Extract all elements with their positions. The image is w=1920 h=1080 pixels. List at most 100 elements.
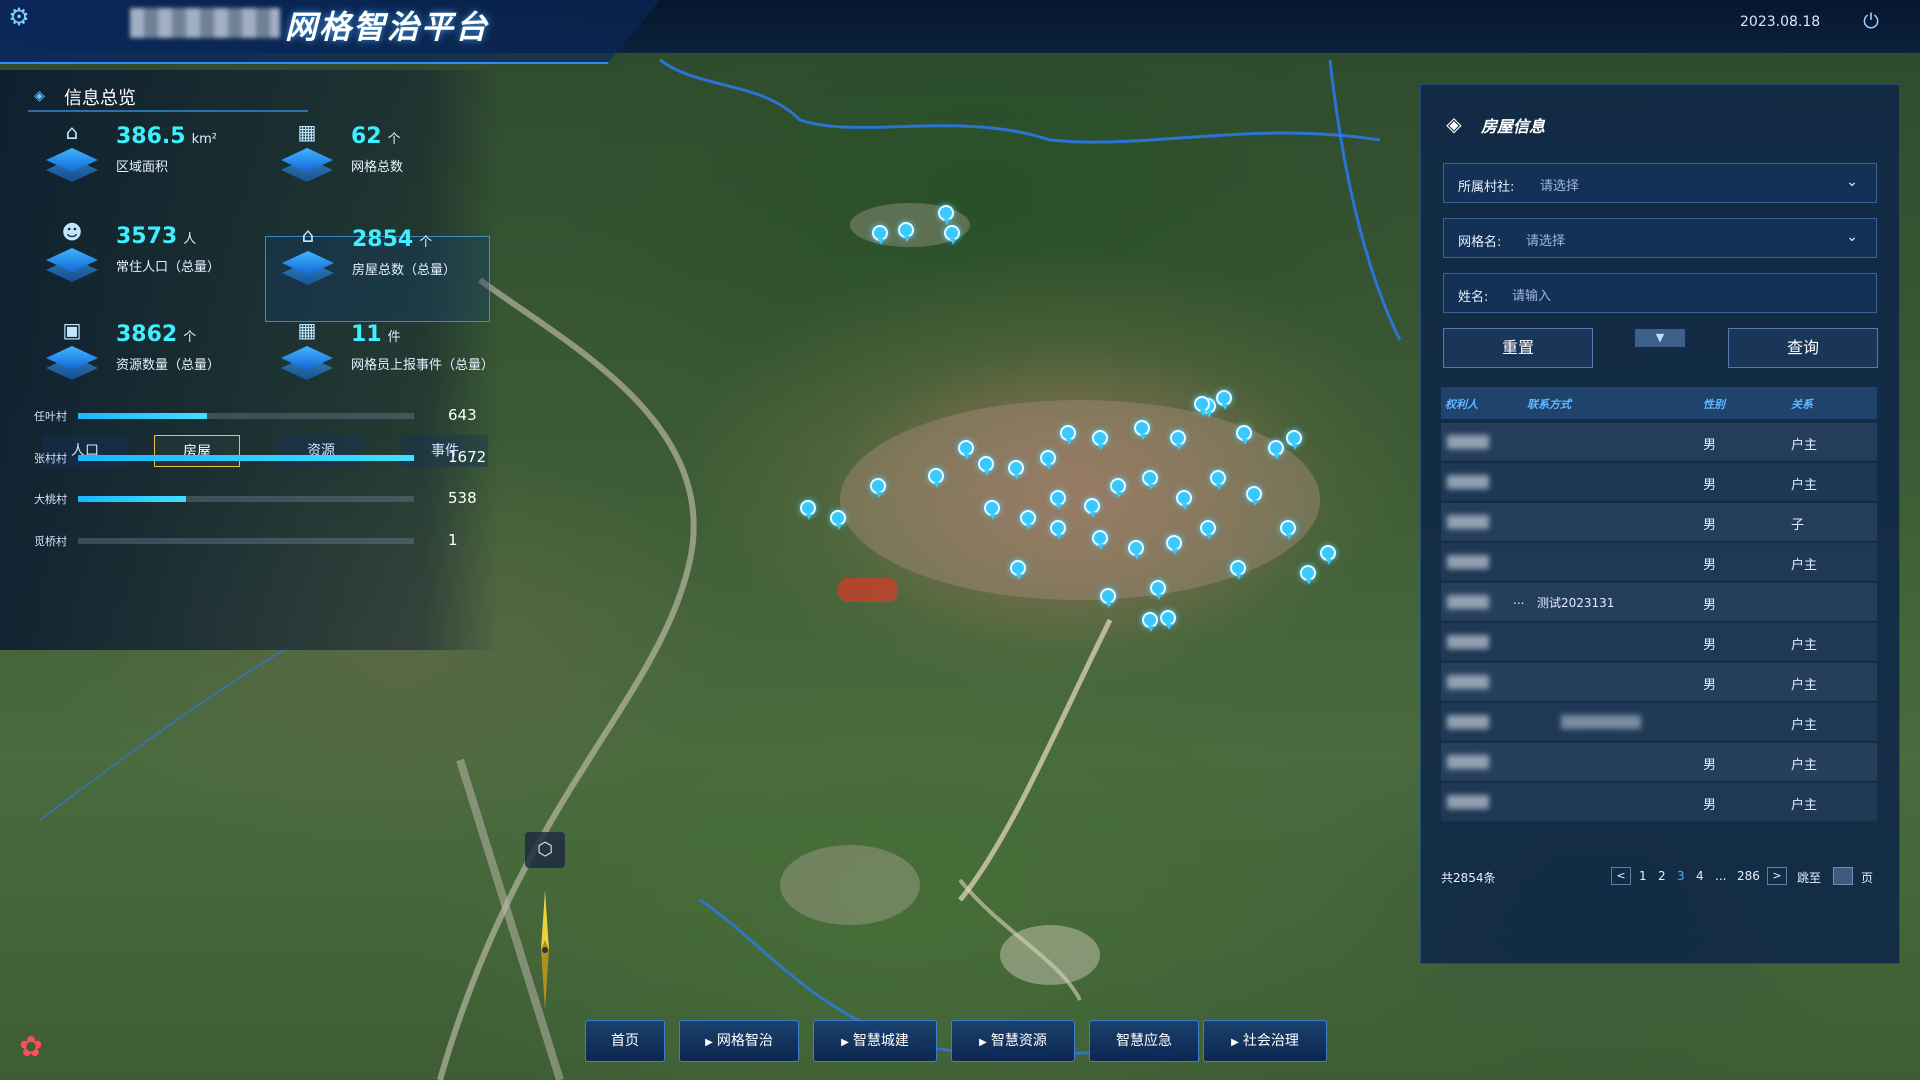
nav-home[interactable]: 首页 <box>585 1020 665 1062</box>
map-marker[interactable] <box>1110 478 1126 498</box>
next-page-button[interactable]: > <box>1767 867 1787 885</box>
map-marker[interactable] <box>830 510 846 530</box>
map-marker[interactable] <box>958 440 974 460</box>
map-marker[interactable] <box>984 500 1000 520</box>
stat-grid-count[interactable]: ▦ 62 个 网格总数 <box>265 120 485 202</box>
jump-label: 跳至 <box>1797 871 1822 885</box>
map-marker[interactable] <box>1008 460 1024 480</box>
page-3[interactable]: 3 <box>1677 869 1685 883</box>
map-marker[interactable] <box>1236 425 1252 445</box>
village-select[interactable]: 所属村社: 请选择 ⌄ <box>1443 163 1877 203</box>
bar-track <box>78 455 414 461</box>
nav-smart-resources[interactable]: ▶ 智慧资源 <box>951 1020 1075 1062</box>
table-row[interactable]: 户主 <box>1441 703 1877 741</box>
column-header: 联系方式 <box>1527 398 1571 411</box>
map-marker[interactable] <box>938 205 954 225</box>
table-row[interactable]: 男 户主 <box>1441 423 1877 461</box>
nav-social-governance[interactable]: ▶ 社会治理 <box>1203 1020 1327 1062</box>
map-marker[interactable] <box>1142 612 1158 632</box>
stat-houses[interactable]: ⌂ 2854 个 房屋总数（总量） <box>265 223 490 322</box>
owner-name-redacted <box>1447 515 1489 529</box>
table-row[interactable]: 男子 <box>1441 503 1877 541</box>
map-marker[interactable] <box>1142 470 1158 490</box>
page-4[interactable]: 4 <box>1696 869 1704 883</box>
map-marker[interactable] <box>1176 490 1192 510</box>
stat-population[interactable]: ☻ 3573 人 常住人口（总量） <box>30 220 250 302</box>
map-marker[interactable] <box>898 222 914 242</box>
map-marker[interactable] <box>1230 560 1246 580</box>
bar-row[interactable]: 大桃村 538 <box>34 488 477 510</box>
query-button[interactable]: 查询 <box>1728 328 1878 368</box>
map-marker[interactable] <box>800 500 816 520</box>
page-286[interactable]: 286 <box>1737 869 1760 883</box>
cube-icon[interactable]: ⬡ <box>525 832 565 868</box>
page-ellipsis: ... <box>1715 869 1727 883</box>
map-marker[interactable] <box>1200 520 1216 540</box>
nav-smart-construction[interactable]: ▶ 智慧城建 <box>813 1020 937 1062</box>
map-marker[interactable] <box>1160 610 1176 630</box>
compass-icon[interactable] <box>530 890 560 1010</box>
stat-value: 3862 个 <box>116 322 197 347</box>
map-marker[interactable] <box>1050 490 1066 510</box>
column-header: 权利人 <box>1445 398 1478 411</box>
chevron-down-icon[interactable]: ▼ <box>1635 329 1685 347</box>
bar-row[interactable]: 张村村 1672 <box>34 447 486 469</box>
bar-value: 538 <box>448 489 477 507</box>
map-marker[interactable] <box>1150 580 1166 600</box>
map-marker[interactable] <box>1134 420 1150 440</box>
stat-area[interactable]: ⌂ 386.5 km² 区域面积 <box>30 120 250 202</box>
table-row[interactable]: 男 户主 <box>1441 783 1877 821</box>
map-marker[interactable] <box>1084 498 1100 518</box>
table-row[interactable]: 男 户主 <box>1441 663 1877 701</box>
jump-page-input[interactable] <box>1833 867 1853 885</box>
prev-page-button[interactable]: < <box>1611 867 1631 885</box>
stat-resources[interactable]: ▣ 3862 个 资源数量（总量） <box>30 318 250 400</box>
map-marker[interactable] <box>1268 440 1284 460</box>
page-2[interactable]: 2 <box>1658 869 1666 883</box>
map-marker[interactable] <box>1216 390 1232 410</box>
bar-row[interactable]: 觅桥村 1 <box>34 530 474 552</box>
table-row[interactable]: ... 测试2023131 男 <box>1441 583 1877 621</box>
page-1[interactable]: 1 <box>1639 869 1647 883</box>
table-row[interactable]: 男 户主 <box>1441 543 1877 581</box>
map-marker[interactable] <box>870 478 886 498</box>
map-marker[interactable] <box>1092 530 1108 550</box>
diamond-icon: ◈ <box>1446 112 1462 136</box>
map-marker[interactable] <box>1040 450 1056 470</box>
map-marker[interactable] <box>1320 545 1336 565</box>
nav-smart-emergency[interactable]: 智慧应急 <box>1089 1020 1199 1062</box>
table-row[interactable]: 男 户主 <box>1441 623 1877 661</box>
map-marker[interactable] <box>1100 588 1116 608</box>
map-marker[interactable] <box>1194 396 1210 416</box>
page-suffix: 页 <box>1861 871 1874 885</box>
chevron-down-icon: ⌄ <box>1846 229 1858 245</box>
grid-select[interactable]: 网格名: 请选择 ⌄ <box>1443 218 1877 258</box>
stat-value: 2854 个 <box>352 227 433 252</box>
map-marker[interactable] <box>1060 425 1076 445</box>
power-icon[interactable]: ⏻ <box>1860 10 1882 32</box>
map-marker[interactable] <box>1010 560 1026 580</box>
gear-icon[interactable]: ⚙ <box>6 4 32 30</box>
map-marker[interactable] <box>1300 565 1316 585</box>
map-marker[interactable] <box>1210 470 1226 490</box>
map-marker[interactable] <box>1092 430 1108 450</box>
map-marker[interactable] <box>978 456 994 476</box>
name-input[interactable]: 姓名: 请输入 <box>1443 273 1877 313</box>
map-marker[interactable] <box>1280 520 1296 540</box>
map-marker[interactable] <box>1246 486 1262 506</box>
map-marker[interactable] <box>1166 535 1182 555</box>
stat-events[interactable]: ▦ 11 件 网格员上报事件（总量） <box>265 318 494 400</box>
map-marker[interactable] <box>928 468 944 488</box>
map-marker[interactable] <box>1020 510 1036 530</box>
bar-row[interactable]: 任叶村 643 <box>34 405 477 427</box>
table-row[interactable]: 男 户主 <box>1441 463 1877 501</box>
map-marker[interactable] <box>1050 520 1066 540</box>
map-marker[interactable] <box>1286 430 1302 450</box>
table-row[interactable]: 男 户主 <box>1441 743 1877 781</box>
map-marker[interactable] <box>944 225 960 245</box>
reset-button[interactable]: 重置 <box>1443 328 1593 368</box>
map-marker[interactable] <box>872 225 888 245</box>
map-marker[interactable] <box>1170 430 1186 450</box>
nav-grid-governance[interactable]: ▶ 网格智治 <box>679 1020 799 1062</box>
map-marker[interactable] <box>1128 540 1144 560</box>
